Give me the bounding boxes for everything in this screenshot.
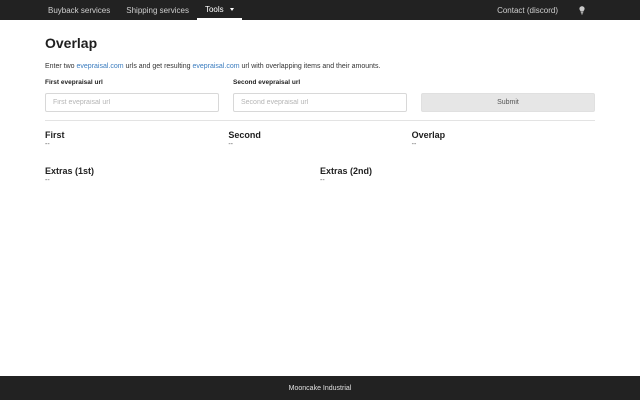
nav-item-buyback-services[interactable]: Buyback services xyxy=(40,0,118,20)
nav-right: Contact (discord) xyxy=(487,0,596,20)
nav-menu: Buyback services Shipping services Tools xyxy=(40,0,242,20)
nav-item-label: Contact (discord) xyxy=(497,5,558,15)
nav-item-label: Tools xyxy=(204,4,224,14)
overlap-form: First evepraisal url Second evepraisal u… xyxy=(45,79,595,112)
caret-down-icon xyxy=(229,7,234,11)
theme-toggle-button[interactable] xyxy=(568,0,596,20)
extras-second-title: Extras (2nd) xyxy=(320,166,373,176)
intro-text: Enter two evepraisal.com urls and get re… xyxy=(45,62,595,72)
second-result-title: Second xyxy=(228,130,261,140)
intro-text-part: Enter two xyxy=(45,63,77,70)
intro-text-part: urls and get resulting xyxy=(123,63,193,70)
evepraisal-link[interactable]: evepraisal.com xyxy=(77,63,124,70)
submit-button[interactable]: Submit xyxy=(421,93,595,112)
divider xyxy=(45,120,595,121)
first-result: First -- xyxy=(45,129,228,149)
footer-text: Mooncake Industrial xyxy=(288,384,352,392)
page-title: Overlap xyxy=(45,35,98,51)
lightbulb-icon xyxy=(578,5,586,15)
overlap-result: Overlap -- xyxy=(412,129,595,149)
evepraisal-link[interactable]: evepraisal.com xyxy=(192,63,239,70)
extras-first-value: -- xyxy=(45,177,50,184)
extras-second: Extras (2nd) -- xyxy=(320,165,595,185)
intro-text-part: url with overlapping items and their amo… xyxy=(239,63,381,70)
second-result-value: -- xyxy=(228,141,233,148)
nav-item-shipping-services[interactable]: Shipping services xyxy=(118,0,197,20)
nav-item-label: Buyback services xyxy=(48,5,111,15)
extras-second-value: -- xyxy=(320,177,325,184)
main-content: Overlap Enter two evepraisal.com urls an… xyxy=(45,34,595,185)
extras-first-title: Extras (1st) xyxy=(45,166,95,176)
extras-row: Extras (1st) -- Extras (2nd) -- xyxy=(45,165,595,185)
overlap-result-value: -- xyxy=(411,141,417,148)
first-url-field: First evepraisal url xyxy=(45,79,219,112)
second-url-label: Second evepraisal url xyxy=(233,79,301,86)
extras-first: Extras (1st) -- xyxy=(45,165,320,185)
second-url-input[interactable] xyxy=(233,93,407,112)
first-result-value: -- xyxy=(45,141,50,148)
first-url-label: First evepraisal url xyxy=(45,79,103,86)
submit-field: Submit xyxy=(421,91,595,112)
first-result-title: First xyxy=(45,130,65,140)
second-result: Second -- xyxy=(228,129,411,149)
first-url-input[interactable] xyxy=(45,93,219,112)
footer: Mooncake Industrial xyxy=(0,376,640,400)
nav-item-tools-dropdown[interactable]: Tools xyxy=(196,0,242,20)
overlap-result-title: Overlap xyxy=(411,130,446,140)
nav-item-contact-discord[interactable]: Contact (discord) xyxy=(487,0,568,20)
nav-item-label: Shipping services xyxy=(126,5,189,15)
second-url-field: Second evepraisal url xyxy=(233,79,407,112)
results-row: First -- Second -- Overlap -- xyxy=(45,129,595,149)
top-navbar: Buyback services Shipping services Tools… xyxy=(0,0,640,20)
